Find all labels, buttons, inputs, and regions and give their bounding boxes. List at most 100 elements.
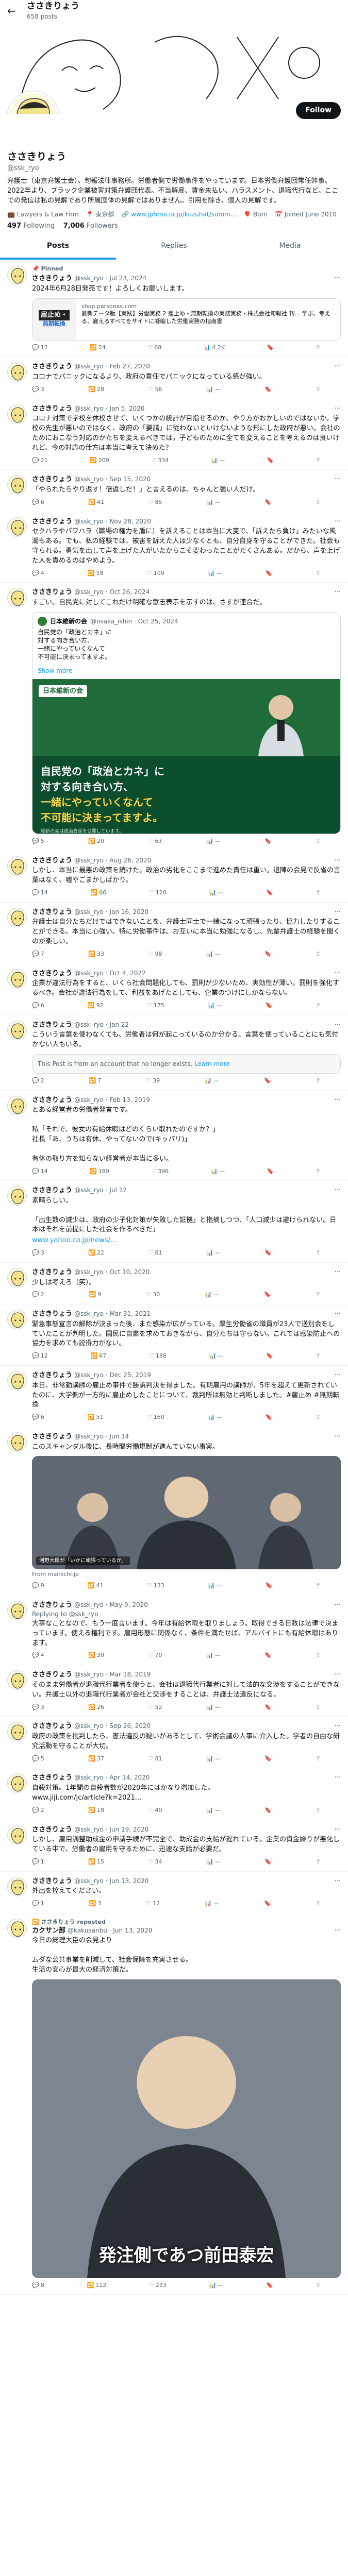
more-options-icon[interactable]: ··· bbox=[335, 1877, 341, 1886]
more-options-icon[interactable]: ··· bbox=[335, 969, 341, 978]
tweet[interactable]: ささきりょう @ssk_ryo · Feb 27, 2020 ··· コロナでパニッ… bbox=[0, 357, 348, 399]
press-conference-image[interactable]: 発注側であつ前田泰宏 bbox=[32, 1979, 341, 2278]
tweet[interactable]: ささきりょう @ssk_ryo · Sep 26, 2020 ··· 政府の政策を批… bbox=[0, 1717, 348, 1769]
like-icon[interactable]: ♡ 34 bbox=[148, 1858, 162, 1866]
share-icon[interactable]: ⇧ bbox=[316, 1077, 321, 1085]
views-icon[interactable]: 📊 4.2K bbox=[204, 344, 225, 352]
bookmark-icon[interactable]: 🔖 bbox=[264, 1900, 271, 1908]
tweet[interactable]: ささきりょう @ssk_ryo · Nov 28, 2020 ··· セクハラやパワ… bbox=[0, 512, 348, 583]
share-icon[interactable]: ⇧ bbox=[316, 1168, 321, 1176]
repost-icon[interactable]: 🔁 24 bbox=[90, 344, 106, 352]
share-icon[interactable]: ⇧ bbox=[316, 1807, 321, 1815]
views-icon[interactable]: 📊 — bbox=[206, 1755, 221, 1763]
more-options-icon[interactable]: ··· bbox=[335, 1601, 341, 1610]
like-icon[interactable]: ♡ 233 bbox=[149, 2282, 167, 2290]
share-icon[interactable]: ⇧ bbox=[316, 344, 321, 352]
news-photo[interactable]: 河野大臣が「いかに頑張っているか」 bbox=[32, 1456, 341, 1570]
like-icon[interactable]: ♡ 63 bbox=[148, 838, 162, 845]
share-icon[interactable]: ⇧ bbox=[316, 386, 321, 394]
repost-icon[interactable]: 🔁 58 bbox=[88, 570, 104, 578]
tweet-author[interactable]: ささきりょう bbox=[32, 857, 72, 865]
tweet[interactable]: ささきりょう @ssk_ryo · Aug 26, 2020 ··· しかし、本当に… bbox=[0, 851, 348, 903]
tweet-avatar[interactable] bbox=[7, 1876, 27, 1896]
tweet-avatar[interactable] bbox=[7, 1186, 27, 1206]
like-icon[interactable]: ♡ 40 bbox=[148, 1807, 162, 1815]
bookmark-icon[interactable]: 🔖 bbox=[266, 1002, 273, 1010]
share-icon[interactable]: ⇧ bbox=[316, 838, 321, 845]
tweet[interactable]: ささきりょう @ssk_ryo · Jun 14 ··· このスキャンダル後に、長時… bbox=[0, 1427, 348, 1596]
bookmark-icon[interactable]: 🔖 bbox=[267, 457, 274, 465]
tweet-avatar[interactable] bbox=[7, 1918, 27, 1938]
share-icon[interactable]: ⇧ bbox=[316, 1704, 321, 1711]
share-icon[interactable]: ⇧ bbox=[316, 1291, 321, 1299]
tweet[interactable]: ささきりょう @ssk_ryo · May 9, 2020 ··· Replying… bbox=[0, 1596, 348, 1666]
views-icon[interactable]: 📊 — bbox=[206, 499, 221, 506]
tweet-author[interactable]: ささきりょう bbox=[32, 1826, 72, 1834]
like-icon[interactable]: ♡ 85 bbox=[148, 499, 162, 506]
share-icon[interactable]: ⇧ bbox=[316, 1249, 321, 1257]
tweet-author[interactable]: ささきりょう bbox=[32, 1021, 72, 1029]
tweet-avatar[interactable] bbox=[7, 1095, 27, 1115]
repost-icon[interactable]: 🔁 41 bbox=[88, 499, 104, 506]
reply-icon[interactable]: 💬 4 bbox=[32, 570, 44, 578]
more-options-icon[interactable]: ··· bbox=[335, 1432, 341, 1442]
tweet[interactable]: ささきりょう @ssk_ryo · Jun 13, 2020 ··· 外出を控えてく… bbox=[0, 1872, 348, 1913]
repost-icon[interactable]: 🔁 66 bbox=[91, 889, 107, 897]
tweet-author[interactable]: ささきりょう bbox=[32, 1433, 72, 1440]
tweet-avatar[interactable] bbox=[7, 588, 27, 608]
tweet-avatar[interactable] bbox=[7, 1020, 27, 1040]
tweet-author[interactable]: ささきりょう bbox=[32, 275, 72, 282]
more-options-icon[interactable]: ··· bbox=[335, 908, 341, 917]
more-options-icon[interactable]: ··· bbox=[335, 362, 341, 371]
repost-icon[interactable]: 🔁 112 bbox=[87, 2282, 107, 2290]
tweet-author[interactable]: ささきりょう bbox=[32, 1096, 72, 1104]
tweet-author[interactable]: ささきりょう bbox=[32, 1371, 72, 1379]
repost-icon[interactable]: 🔁 92 bbox=[88, 1002, 104, 1010]
tweet-author[interactable]: ささきりょう bbox=[32, 1310, 72, 1318]
repost-icon[interactable]: 🔁 18 bbox=[88, 1807, 104, 1815]
tweet-author[interactable]: ささきりょう bbox=[32, 476, 72, 483]
more-options-icon[interactable]: ··· bbox=[335, 1268, 341, 1277]
share-icon[interactable]: ⇧ bbox=[316, 457, 321, 465]
learn-more-link[interactable]: Learn more bbox=[194, 1060, 229, 1067]
reply-icon[interactable]: 💬 5 bbox=[32, 838, 44, 845]
tweet-author[interactable]: カクサン部 bbox=[32, 1927, 65, 1935]
reply-icon[interactable]: 💬 2 bbox=[32, 1807, 44, 1815]
tweet-author[interactable]: ささきりょう bbox=[32, 1722, 72, 1730]
tweet[interactable]: ささきりょう @ssk_ryo · Oct 4, 2022 ··· 企業が違法行為を… bbox=[0, 964, 348, 1015]
tweet[interactable]: ささきりょう @ssk_ryo · Dec 25, 2019 ··· 本日、非常勤講… bbox=[0, 1366, 348, 1428]
reply-icon[interactable]: 💬 12 bbox=[32, 1352, 48, 1360]
like-icon[interactable]: ♡ 133 bbox=[147, 1582, 164, 1590]
more-options-icon[interactable]: ··· bbox=[335, 1371, 341, 1380]
bookmark-icon[interactable]: 🔖 bbox=[266, 1582, 273, 1590]
reply-icon[interactable]: 💬 3 bbox=[32, 1249, 44, 1257]
back-arrow-icon[interactable]: ← bbox=[7, 4, 20, 18]
repost-icon[interactable]: 🔁 30 bbox=[88, 1652, 104, 1659]
views-icon[interactable]: 📊 — bbox=[205, 1291, 219, 1299]
bookmark-icon[interactable]: 🔖 bbox=[266, 1414, 273, 1421]
views-icon[interactable]: 📊 — bbox=[206, 1858, 221, 1866]
repost-icon[interactable]: 🔁 9 bbox=[89, 1291, 102, 1299]
tweet-author[interactable]: ささきりょう bbox=[32, 518, 72, 526]
tweet-avatar[interactable] bbox=[7, 1773, 27, 1793]
bookmark-icon[interactable]: 🔖 bbox=[264, 1704, 272, 1711]
tweet-author[interactable]: ささきりょう bbox=[32, 363, 72, 370]
share-icon[interactable]: ⇧ bbox=[316, 889, 321, 897]
bookmark-icon[interactable]: 🔖 bbox=[267, 344, 274, 352]
tweet-avatar[interactable] bbox=[7, 1601, 27, 1621]
views-icon[interactable]: 📊 — bbox=[208, 1582, 222, 1590]
repost-icon[interactable]: 🔁 20 bbox=[88, 838, 104, 845]
share-icon[interactable]: ⇧ bbox=[316, 1900, 321, 1908]
more-options-icon[interactable]: ··· bbox=[335, 1722, 341, 1731]
share-icon[interactable]: ⇧ bbox=[316, 2282, 321, 2290]
views-icon[interactable]: 📊 — bbox=[208, 1414, 222, 1421]
tweet[interactable]: ささきりょう @ssk_ryo · Oct 26, 2024 ··· すごい。自民党… bbox=[0, 583, 348, 851]
bookmark-icon[interactable]: 🔖 bbox=[266, 889, 273, 897]
like-icon[interactable]: ♡ 81 bbox=[148, 1755, 162, 1763]
bookmark-icon[interactable]: 🔖 bbox=[266, 2282, 273, 2290]
repost-icon[interactable]: 🔁 7 bbox=[89, 1077, 102, 1085]
reply-icon[interactable]: 💬 6 bbox=[32, 1002, 44, 1010]
views-icon[interactable]: 📊 — bbox=[206, 386, 221, 394]
views-icon[interactable]: 📊 — bbox=[205, 1077, 219, 1085]
tweet-avatar[interactable] bbox=[7, 1722, 27, 1742]
